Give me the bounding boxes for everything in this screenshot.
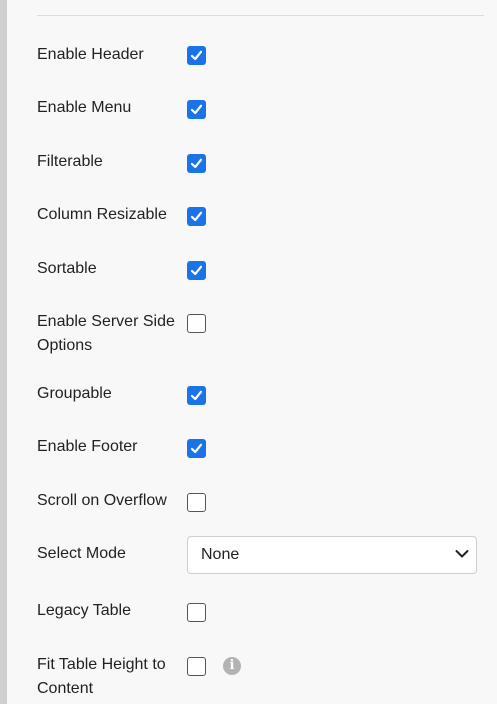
section-divider <box>37 15 484 16</box>
option-label: Groupable <box>37 385 112 402</box>
info-circle-icon[interactable]: i <box>223 657 241 675</box>
option-label: Filterable <box>37 153 103 170</box>
option-label: Enable Header <box>37 46 144 63</box>
select-mode-value: None <box>201 546 240 563</box>
option-label: Legacy Table <box>37 602 131 619</box>
legacy-table-checkbox[interactable] <box>187 603 206 622</box>
select-mode-dropdown[interactable]: None <box>187 536 477 574</box>
option-label: Enable Server Side Options <box>37 313 175 354</box>
enable-footer-checkbox[interactable] <box>187 439 206 458</box>
check-icon <box>190 265 203 276</box>
table-options-panel: Enable Header Enable Menu Filterable Col… <box>0 0 497 704</box>
check-icon <box>190 104 203 115</box>
option-label: Fit Table Height to Content <box>37 656 166 697</box>
server-side-options-checkbox[interactable] <box>187 314 206 333</box>
chevron-down-icon <box>455 550 469 558</box>
enable-menu-checkbox[interactable] <box>187 100 206 119</box>
check-icon <box>190 390 203 401</box>
option-label: Scroll on Overflow <box>37 492 167 509</box>
check-icon <box>190 211 203 222</box>
fit-height-checkbox[interactable] <box>187 657 206 676</box>
check-icon <box>190 443 203 454</box>
column-resizable-checkbox[interactable] <box>187 207 206 226</box>
option-label: Sortable <box>37 260 97 277</box>
filterable-checkbox[interactable] <box>187 154 206 173</box>
sortable-checkbox[interactable] <box>187 261 206 280</box>
check-icon <box>190 158 203 169</box>
option-label: Column Resizable <box>37 206 167 223</box>
check-icon <box>190 50 203 61</box>
enable-header-checkbox[interactable] <box>187 46 206 65</box>
option-label: Select Mode <box>37 545 126 562</box>
groupable-checkbox[interactable] <box>187 386 206 405</box>
option-label: Enable Footer <box>37 438 138 455</box>
option-label: Enable Menu <box>37 99 132 116</box>
panel-left-border <box>0 0 7 704</box>
scroll-on-overflow-checkbox[interactable] <box>187 493 206 512</box>
